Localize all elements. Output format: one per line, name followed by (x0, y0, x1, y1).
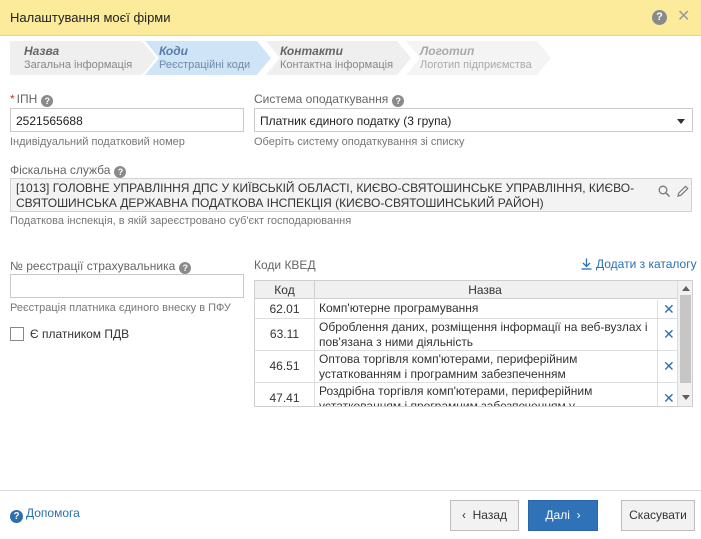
required-marker: * (10, 92, 15, 106)
step-codes[interactable]: Коди Реєстраційні коди (145, 41, 271, 75)
next-button-label: Далі (545, 508, 570, 522)
kved-table-header: Код Назва (255, 281, 677, 299)
kved-code: 63.11 (255, 319, 315, 350)
insurer-input[interactable] (10, 274, 244, 298)
fiscal-value: [1013] ГОЛОВНЕ УПРАВЛІННЯ ДПС У КИЇВСЬКІ… (16, 181, 635, 210)
kved-code: 62.01 (255, 300, 315, 318)
close-icon[interactable]: ✕ (677, 8, 690, 26)
question-circle-icon[interactable]: ? (179, 262, 192, 274)
x-icon: ✕ (663, 301, 675, 317)
question-circle-icon: ? (10, 510, 23, 523)
tax-system-select[interactable]: Платник єдиного податку (3 група) (254, 108, 693, 132)
x-icon: ✕ (663, 390, 675, 406)
delete-row-button[interactable]: ✕ (657, 351, 677, 382)
ipn-input[interactable]: 2521565688 (10, 108, 244, 132)
kved-code: 46.51 (255, 351, 315, 382)
kved-name: Оптова торгівля комп'ютерами, периферійн… (319, 352, 578, 381)
ipn-label: * ІПН? (10, 92, 54, 107)
scrollbar-thumb[interactable] (680, 295, 691, 383)
fiscal-hint: Податкова інспекція, в якій зареєстрован… (10, 215, 352, 227)
step-title: Логотип (420, 44, 475, 58)
dialog-title: Налаштування моєї фірми (10, 10, 171, 25)
delete-row-button[interactable]: ✕ (657, 300, 677, 318)
delete-row-button[interactable]: ✕ (657, 319, 677, 350)
x-icon: ✕ (663, 358, 675, 374)
table-scrollbar[interactable] (677, 281, 692, 406)
table-row[interactable]: 62.01 Комп'ютерне програмування ✕ (255, 300, 677, 319)
table-row[interactable]: 47.41 Роздрібна торгівля комп'ютерами, п… (255, 383, 677, 407)
fiscal-field[interactable]: [1013] ГОЛОВНЕ УПРАВЛІННЯ ДПС У КИЇВСЬКІ… (10, 178, 692, 212)
x-icon: ✕ (663, 326, 675, 342)
column-header-name[interactable]: Назва (315, 281, 655, 299)
delete-row-button[interactable]: ✕ (657, 383, 677, 406)
tax-system-value: Платник єдиного податку (3 група) (260, 114, 452, 128)
ipn-hint: Індивідуальний податковий номер (10, 136, 185, 148)
cancel-button[interactable]: Скасувати (621, 500, 695, 531)
back-button-label: Назад (472, 508, 508, 522)
question-circle-icon[interactable]: ? (392, 95, 405, 107)
step-title: Коди (159, 44, 188, 58)
add-from-catalog-text: Додати з каталогу (596, 257, 697, 271)
question-circle-icon[interactable]: ? (652, 10, 667, 25)
vat-label[interactable]: Є платником ПДВ (30, 327, 129, 341)
step-subtitle: Контактна інформація (280, 59, 394, 71)
scroll-up-icon[interactable] (682, 286, 690, 291)
step-logo[interactable]: Логотип Логотип підприємства (406, 41, 551, 75)
chevron-left-icon: ‹ (461, 508, 466, 522)
dialog-titlebar: Налаштування моєї фірми ? ✕ (0, 0, 701, 36)
step-subtitle: Реєстраційні коди (159, 59, 251, 71)
fiscal-label: Фіскальна служба? (10, 163, 127, 178)
kved-name: Комп'ютерне програмування (319, 301, 479, 315)
chevron-down-icon (677, 119, 685, 124)
step-title: Назва (24, 44, 60, 58)
fiscal-label-text: Фіскальна служба (10, 163, 111, 177)
kved-code: 47.41 (255, 383, 315, 406)
add-from-catalog-link[interactable]: Додати з каталогу (581, 257, 697, 271)
help-link-text: Допомога (26, 506, 80, 520)
insurer-label-text: № реєстрації страхувальника (10, 259, 176, 273)
step-subtitle: Загальна інформація (24, 59, 133, 71)
wizard-steps: Назва Загальна інформація Коди Реєстраці… (10, 41, 690, 75)
question-circle-icon[interactable]: ? (41, 95, 54, 107)
tax-system-label: Система оподаткування? (254, 92, 405, 107)
vat-checkbox[interactable] (10, 327, 24, 341)
question-circle-icon[interactable]: ? (114, 166, 127, 178)
step-name[interactable]: Назва Загальна інформація (10, 41, 156, 75)
ipn-label-text: ІПН (16, 92, 38, 106)
tax-system-label-text: Система оподаткування (254, 92, 389, 106)
step-subtitle: Логотип підприємства (420, 59, 532, 71)
chevron-right-icon: › (576, 508, 581, 522)
help-link[interactable]: ? Допомога (10, 506, 80, 523)
scroll-down-icon[interactable] (682, 395, 690, 400)
step-contacts[interactable]: Контакти Контактна інформація (266, 41, 411, 75)
insurer-label: № реєстрації страхувальника? (10, 259, 192, 274)
step-title: Контакти (280, 44, 343, 58)
back-button[interactable]: ‹ Назад (450, 500, 519, 531)
download-icon (581, 258, 592, 270)
table-row[interactable]: 46.51 Оптова торгівля комп'ютерами, пери… (255, 351, 677, 383)
pencil-icon[interactable] (677, 185, 689, 197)
table-row[interactable]: 63.11 Оброблення даних, розміщення інфор… (255, 319, 677, 351)
kved-name: Оброблення даних, розміщення інформації … (319, 320, 648, 349)
kved-name: Роздрібна торгівля комп'ютерами, перифер… (319, 384, 593, 407)
kved-label: Коди КВЕД (254, 258, 316, 272)
tax-system-hint: Оберіть систему оподаткування зі списку (254, 136, 465, 148)
search-icon[interactable] (658, 185, 670, 197)
column-header-code[interactable]: Код (255, 281, 315, 299)
kved-table: Код Назва 62.01 Комп'ютерне програмуванн… (254, 280, 693, 407)
next-button[interactable]: Далі › (528, 500, 598, 531)
insurer-hint: Реєстрація платника єдиного внеску в ПФУ (10, 302, 231, 314)
